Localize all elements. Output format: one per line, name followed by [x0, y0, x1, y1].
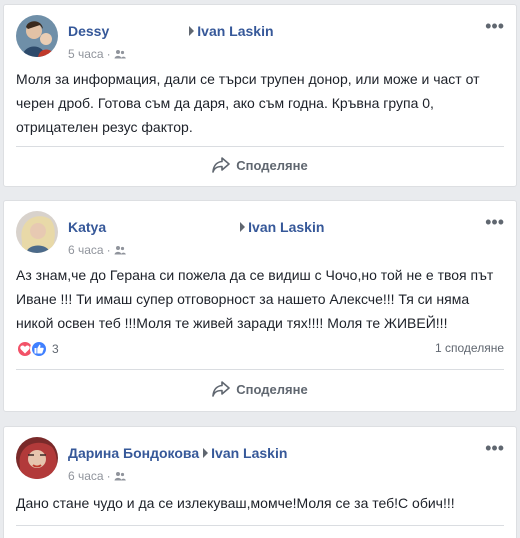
post-header: Katya Ivan Laskin 6 часа · •••: [16, 211, 504, 257]
avatar[interactable]: [16, 437, 58, 479]
post-text: Аз знам,че до Герана си пожела да се вид…: [16, 267, 494, 331]
share-button[interactable]: Споделяне: [4, 373, 516, 405]
post-time[interactable]: 5 часа: [68, 47, 104, 61]
author-name[interactable]: Dessy: [68, 23, 109, 39]
post-time[interactable]: 6 часа: [68, 469, 104, 483]
share-icon: [212, 157, 231, 173]
more-icon[interactable]: •••: [485, 17, 504, 35]
shares-count[interactable]: 1 споделяне: [435, 341, 504, 355]
author-name[interactable]: Katya: [68, 219, 106, 235]
reaction-count: 3: [52, 342, 59, 356]
recipient-name[interactable]: Ivan Laskin: [248, 219, 324, 235]
reactions-summary[interactable]: 3: [16, 339, 59, 359]
share-label: Споделяне: [236, 381, 308, 397]
author-line: Дарина Бондокова Ivan Laskin: [68, 445, 287, 461]
post-card: Dessy Ivan Laskin 5 часа · ••• Моля за инф…: [3, 4, 517, 187]
avatar[interactable]: [16, 15, 58, 57]
more-icon[interactable]: •••: [485, 213, 504, 231]
author-line: Katya Ivan Laskin: [68, 219, 324, 235]
post-card: Дарина Бондокова Ivan Laskin 6 часа · ••• …: [3, 426, 517, 538]
author-line: Dessy Ivan Laskin: [68, 23, 274, 39]
post-text: Дано стане чудо и да се излекуваш,момче!…: [16, 495, 455, 511]
divider: [16, 369, 504, 370]
divider: [16, 525, 504, 526]
post-meta: 6 часа ·: [68, 243, 126, 258]
post-header: Dessy Ivan Laskin 5 часа · •••: [16, 15, 504, 61]
arrow-right-icon: [189, 26, 195, 36]
share-icon: [212, 381, 231, 397]
group-icon: [114, 48, 126, 62]
author-name[interactable]: Дарина Бондокова: [68, 445, 199, 461]
post-card: Katya Ivan Laskin 6 часа · ••• Аз знам,че …: [3, 200, 517, 412]
recipient-name[interactable]: Ivan Laskin: [197, 23, 273, 39]
post-text: Моля за информация, дали се търси трупен…: [16, 71, 480, 135]
recipient-name[interactable]: Ivan Laskin: [211, 445, 287, 461]
share-button[interactable]: Споделяне: [4, 149, 516, 181]
post-meta: 6 часа ·: [68, 469, 126, 484]
group-icon: [114, 244, 126, 258]
post-time[interactable]: 6 часа: [68, 243, 104, 257]
post-header: Дарина Бондокова Ivan Laskin 6 часа · •••: [16, 437, 504, 483]
post-meta: 5 часа ·: [68, 47, 126, 62]
divider: [16, 146, 504, 147]
group-icon: [114, 470, 126, 484]
avatar[interactable]: [16, 211, 58, 253]
share-label: Споделяне: [236, 157, 308, 173]
arrow-right-icon: [203, 448, 209, 458]
more-icon[interactable]: •••: [485, 439, 504, 457]
like-reaction-icon: [30, 340, 48, 358]
arrow-right-icon: [240, 222, 246, 232]
